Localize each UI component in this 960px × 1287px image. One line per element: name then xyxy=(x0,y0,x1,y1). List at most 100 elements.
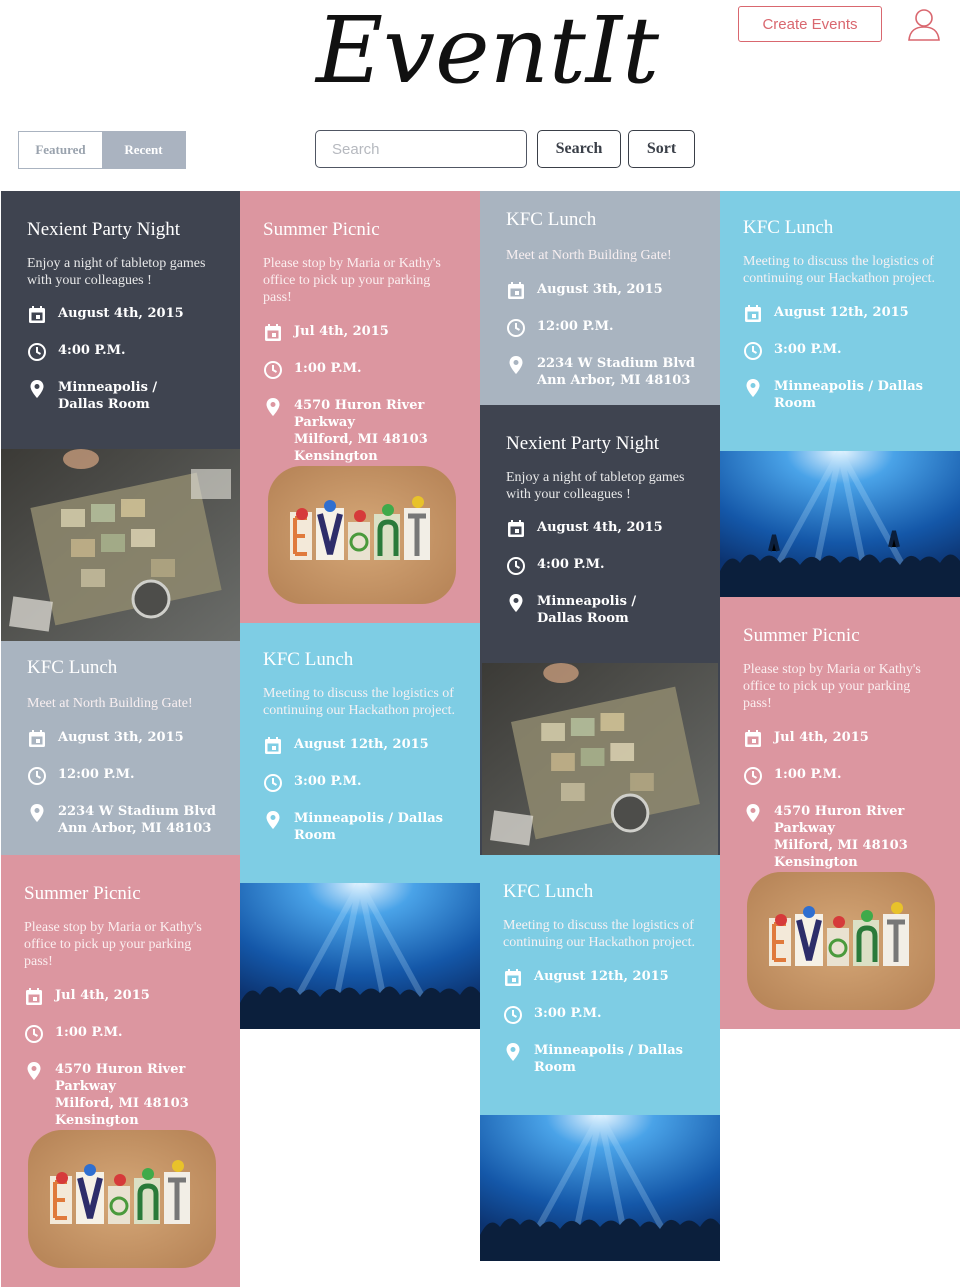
concert-photo xyxy=(480,1115,720,1261)
event-date-text: Jul 4th, 2015 xyxy=(294,324,389,339)
event-date: August 12th, 2015 xyxy=(743,304,938,324)
event-date-text: August 3th, 2015 xyxy=(537,282,663,297)
event-cork-photo xyxy=(747,872,935,1010)
event-location: Minneapolis / Dallas Room xyxy=(503,1042,698,1076)
event-date-text: August 3th, 2015 xyxy=(58,730,184,745)
calendar-icon xyxy=(503,968,523,988)
event-card[interactable]: KFC Lunch Meeting to discuss the logisti… xyxy=(720,191,960,451)
event-time-text: 3:00 P.M. xyxy=(294,774,362,789)
event-date: Jul 4th, 2015 xyxy=(263,323,458,343)
event-date-text: August 4th, 2015 xyxy=(58,306,184,321)
tab-featured[interactable]: Featured xyxy=(19,132,102,168)
event-location: Minneapolis / Dallas Room xyxy=(506,593,698,627)
location-pin-icon xyxy=(506,593,526,613)
event-description: Enjoy a night of tabletop games with you… xyxy=(27,256,206,288)
event-description: Meet at North Building Gate! xyxy=(27,696,193,711)
calendar-icon xyxy=(263,736,283,756)
event-time-text: 1:00 P.M. xyxy=(55,1025,123,1040)
event-description: Please stop by Maria or Kathy's office t… xyxy=(24,920,202,969)
event-location: Minneapolis / Dallas Room xyxy=(743,378,938,412)
event-title: Nexient Party Night xyxy=(27,219,181,240)
location-pin-icon xyxy=(24,1061,44,1081)
event-description: Meeting to discuss the logistics of cont… xyxy=(743,254,936,286)
boardgame-photo xyxy=(482,663,718,855)
search-button[interactable]: Search xyxy=(537,130,621,168)
event-date-text: Jul 4th, 2015 xyxy=(774,730,869,745)
location-pin-icon xyxy=(506,355,526,375)
event-title: Summer Picnic xyxy=(24,883,141,904)
event-time-text: 3:00 P.M. xyxy=(534,1006,602,1021)
event-time-text: 12:00 P.M. xyxy=(58,767,135,782)
event-time: 4:00 P.M. xyxy=(27,342,218,362)
event-title: KFC Lunch xyxy=(27,657,118,678)
event-location-text: Minneapolis / Dallas Room xyxy=(294,811,443,843)
event-date: August 12th, 2015 xyxy=(263,736,458,756)
event-card[interactable]: KFC Lunch Meet at North Building Gate! A… xyxy=(480,191,720,405)
event-time-text: 1:00 P.M. xyxy=(294,361,362,376)
location-pin-icon xyxy=(743,803,763,823)
location-pin-icon xyxy=(503,1042,523,1062)
event-location: 2234 W Stadium Blvd Ann Arbor, MI 48103 xyxy=(27,803,218,837)
logo-text: EventIt xyxy=(314,0,660,100)
event-card[interactable]: KFC Lunch Meeting to discuss the logisti… xyxy=(240,623,480,883)
concert-photo xyxy=(240,883,480,1029)
event-card[interactable]: KFC Lunch Meet at North Building Gate! A… xyxy=(1,641,240,855)
tab-recent[interactable]: Recent xyxy=(102,132,185,168)
clock-icon xyxy=(263,773,283,793)
sort-button[interactable]: Sort xyxy=(628,130,695,168)
event-title: Summer Picnic xyxy=(743,625,860,646)
event-title: KFC Lunch xyxy=(743,217,834,238)
event-time: 12:00 P.M. xyxy=(506,318,698,338)
location-pin-icon xyxy=(263,397,283,417)
event-time-text: 1:00 P.M. xyxy=(774,767,842,782)
calendar-icon xyxy=(24,987,44,1007)
clock-icon xyxy=(506,318,526,338)
event-description: Meeting to discuss the logistics of cont… xyxy=(263,686,456,718)
create-events-button[interactable]: Create Events xyxy=(738,6,882,42)
search-input[interactable] xyxy=(315,130,527,168)
event-location: 2234 W Stadium Blvd Ann Arbor, MI 48103 xyxy=(506,355,698,389)
clock-icon xyxy=(743,766,763,786)
calendar-icon xyxy=(263,323,283,343)
event-time: 1:00 P.M. xyxy=(24,1024,218,1044)
event-description: Please stop by Maria or Kathy's office t… xyxy=(743,662,921,711)
clock-icon xyxy=(506,556,526,576)
event-time: 1:00 P.M. xyxy=(743,766,938,786)
concert-photo xyxy=(720,451,960,597)
user-icon[interactable] xyxy=(906,6,942,42)
event-location: Minneapolis / Dallas Room xyxy=(263,810,458,844)
clock-icon xyxy=(24,1024,44,1044)
clock-icon xyxy=(503,1005,523,1025)
event-description: Please stop by Maria or Kathy's office t… xyxy=(263,256,441,305)
event-title: KFC Lunch xyxy=(263,649,354,670)
event-date: August 12th, 2015 xyxy=(503,968,698,988)
event-time: 1:00 P.M. xyxy=(263,360,458,380)
event-location-text: Minneapolis / Dallas Room xyxy=(774,379,923,411)
event-time-text: 12:00 P.M. xyxy=(537,319,614,334)
event-description: Enjoy a night of tabletop games with you… xyxy=(506,470,685,502)
event-time: 3:00 P.M. xyxy=(263,773,458,793)
location-pin-icon xyxy=(27,379,47,399)
event-date-text: August 12th, 2015 xyxy=(534,969,669,984)
logo: EventIt xyxy=(312,0,700,104)
calendar-icon xyxy=(743,729,763,749)
event-cork-photo xyxy=(28,1130,216,1268)
clock-icon xyxy=(743,341,763,361)
calendar-icon xyxy=(506,281,526,301)
event-date: Jul 4th, 2015 xyxy=(24,987,218,1007)
event-location-text: 2234 W Stadium Blvd Ann Arbor, MI 48103 xyxy=(58,804,216,836)
boardgame-photo xyxy=(1,449,240,641)
event-time-text: 4:00 P.M. xyxy=(58,343,126,358)
location-pin-icon xyxy=(27,803,47,823)
event-description: Meeting to discuss the logistics of cont… xyxy=(503,918,696,950)
calendar-icon xyxy=(506,519,526,539)
calendar-icon xyxy=(27,305,47,325)
event-time: 4:00 P.M. xyxy=(506,556,698,576)
event-date-text: August 4th, 2015 xyxy=(537,520,663,535)
event-time-text: 3:00 P.M. xyxy=(774,342,842,357)
event-time: 3:00 P.M. xyxy=(503,1005,698,1025)
event-date-text: August 12th, 2015 xyxy=(774,305,909,320)
event-date-text: Jul 4th, 2015 xyxy=(55,988,150,1003)
event-location-text: Minneapolis / Dallas Room xyxy=(537,594,637,626)
event-card[interactable]: KFC Lunch Meeting to discuss the logisti… xyxy=(480,855,720,1115)
